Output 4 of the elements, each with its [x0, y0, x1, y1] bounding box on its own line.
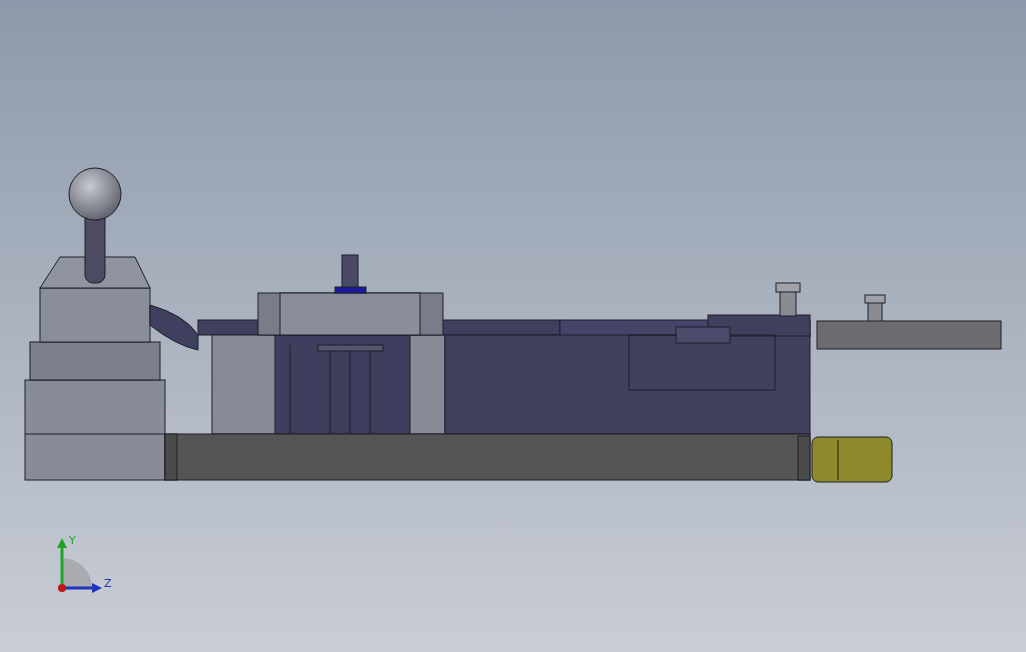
axis-label: Z: [104, 577, 112, 590]
axis-triad-drawing: [57, 538, 102, 593]
axis-label: Y: [69, 534, 76, 547]
model-viewport[interactable]: Y Z: [0, 0, 1026, 652]
